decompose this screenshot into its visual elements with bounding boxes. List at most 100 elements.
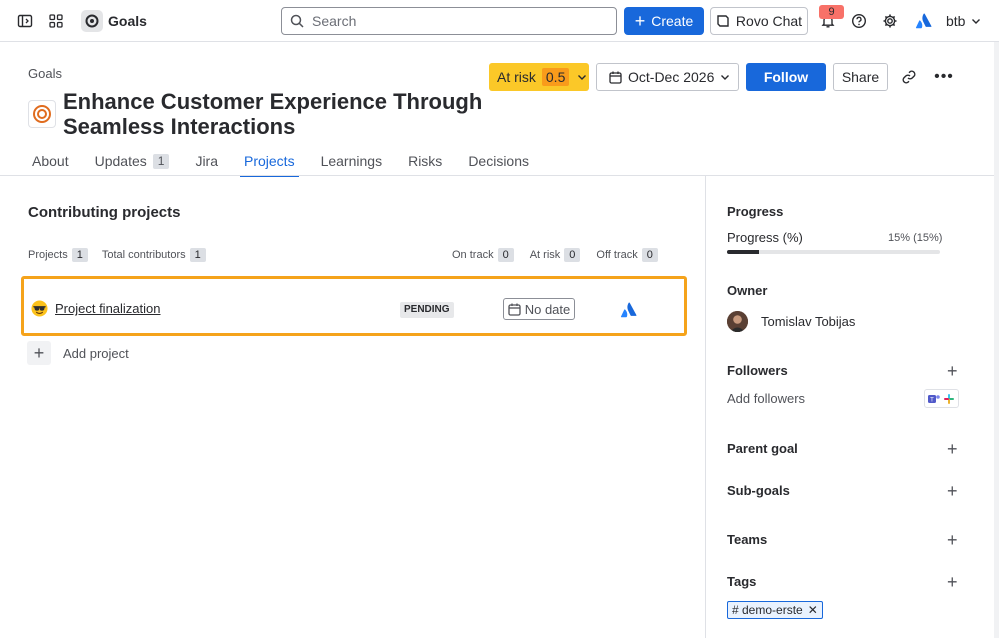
app-name: Goals [108,13,147,29]
user-menu-button[interactable]: btb [946,0,981,42]
notification-count-badge: 9 [819,5,844,19]
project-date-button[interactable]: No date [503,298,575,320]
atlassian-logo-icon [910,7,938,35]
settings-button[interactable] [876,0,904,42]
status-label: At risk [497,69,536,85]
tag-label: # demo-erste [732,603,803,617]
contributors-count: 1 [189,248,206,262]
top-navigation: Goals + Create Rovo Chat 9 btb [0,0,999,42]
tab-label: Projects [244,153,295,169]
atlassian-home-button[interactable] [910,0,938,42]
goals-logo-icon [81,10,103,32]
chevron-down-icon [721,75,730,80]
tab-risks[interactable]: Risks [404,150,446,176]
progress-label: Progress (%) [727,230,803,245]
tabs-divider [0,175,999,176]
gear-icon [876,7,904,35]
share-button[interactable]: Share [833,63,888,91]
tab-about[interactable]: About [28,150,73,176]
progress-heading: Progress [727,204,784,219]
more-icon: ••• [934,68,954,85]
project-date-label: No date [524,301,571,317]
sub-goals-heading: Sub-goals [727,483,790,498]
tab-label: Jira [195,153,218,169]
off-track-label: Off track [596,249,638,261]
tab-label: Learnings [320,153,383,169]
help-button[interactable] [845,0,873,42]
search-input[interactable] [312,13,592,29]
plus-icon: + [634,11,646,31]
parent-goal-heading: Parent goal [727,441,798,456]
avatar [727,311,748,332]
tab-count-badge: 1 [152,154,170,169]
create-button[interactable]: + Create [624,7,704,35]
teams-heading: Teams [727,532,768,547]
search-box[interactable] [281,7,617,35]
owner-row[interactable]: Tomislav Tobijas [727,311,855,332]
close-icon[interactable]: ✕ [808,603,818,617]
sunglasses-emoji-icon [31,300,48,317]
tab-bar: About Updates 1 Jira Projects Learnings R… [28,150,551,177]
progress-value: 15% (15%) [888,232,943,244]
contributors-label: Total contributors [101,249,186,261]
tab-jira[interactable]: Jira [191,150,222,176]
sidebar-toggle-button[interactable] [11,0,39,42]
project-stats: Projects 1 Total contributors 1 [28,248,220,262]
scrollbar[interactable] [994,42,999,638]
page-title: Enhance Customer Experience Through Seam… [63,89,483,139]
project-name-link[interactable]: Project finalization [55,301,161,316]
progress-bar-fill [727,250,759,254]
follow-button[interactable]: Follow [746,63,826,91]
at-risk-count: 0 [564,248,581,262]
projects-count: 1 [71,248,88,262]
add-tag-plus-icon[interactable]: + [947,573,958,591]
project-status-badge: PENDING [400,302,454,318]
at-risk-label: At risk [529,249,561,261]
owner-name: Tomislav Tobijas [761,314,856,329]
tag-chip[interactable]: # demo-erste ✕ [727,601,823,619]
add-followers-link[interactable]: Add followers [727,391,805,406]
create-label: Create [651,13,694,29]
tags-heading: Tags [727,574,757,589]
more-actions-button[interactable]: ••• [930,63,958,91]
add-project-button[interactable]: + Add project [27,341,129,365]
target-date-dropdown[interactable]: Oct-Dec 2026 [596,63,739,91]
svg-text:T: T [930,397,934,403]
tab-label: Decisions [468,153,530,169]
app-home-link[interactable]: Goals [81,0,147,42]
copy-link-button[interactable] [895,63,923,91]
chevron-down-icon [972,19,981,24]
add-team-plus-icon[interactable]: + [947,531,958,549]
breadcrumb[interactable]: Goals [28,66,62,81]
add-sub-goal-plus-icon[interactable]: + [947,482,958,500]
add-project-label: Add project [63,345,129,361]
rovo-icon [717,15,729,27]
section-title: Contributing projects [28,204,181,221]
project-row[interactable]: Project finalization PENDING No date [21,276,687,336]
followers-heading: Followers [727,363,788,378]
calendar-icon [508,303,521,316]
help-icon [845,7,873,35]
owner-heading: Owner [727,283,768,298]
chevron-down-icon [578,75,587,80]
date-range-label: Oct-Dec 2026 [628,69,715,85]
integrations-button[interactable]: T [924,389,959,408]
app-switcher-button[interactable] [42,0,70,42]
search-icon [290,14,304,28]
progress-bar [727,250,940,254]
tab-label: Updates [94,153,147,169]
status-dropdown[interactable]: At risk 0.5 [489,63,589,91]
goal-target-icon [28,100,56,128]
status-score: 0.5 [541,68,570,86]
app-grid-icon [42,7,70,35]
tab-projects[interactable]: Projects [240,150,299,177]
add-follower-plus-icon[interactable]: + [947,362,958,380]
on-track-label: On track [452,249,494,261]
tab-label: About [32,153,69,169]
rovo-chat-button[interactable]: Rovo Chat [710,7,808,35]
add-parent-goal-plus-icon[interactable]: + [947,440,958,458]
teams-icon: T [928,394,940,403]
tab-updates[interactable]: Updates 1 [91,150,174,176]
tab-decisions[interactable]: Decisions [464,150,533,176]
tab-learnings[interactable]: Learnings [317,150,387,176]
